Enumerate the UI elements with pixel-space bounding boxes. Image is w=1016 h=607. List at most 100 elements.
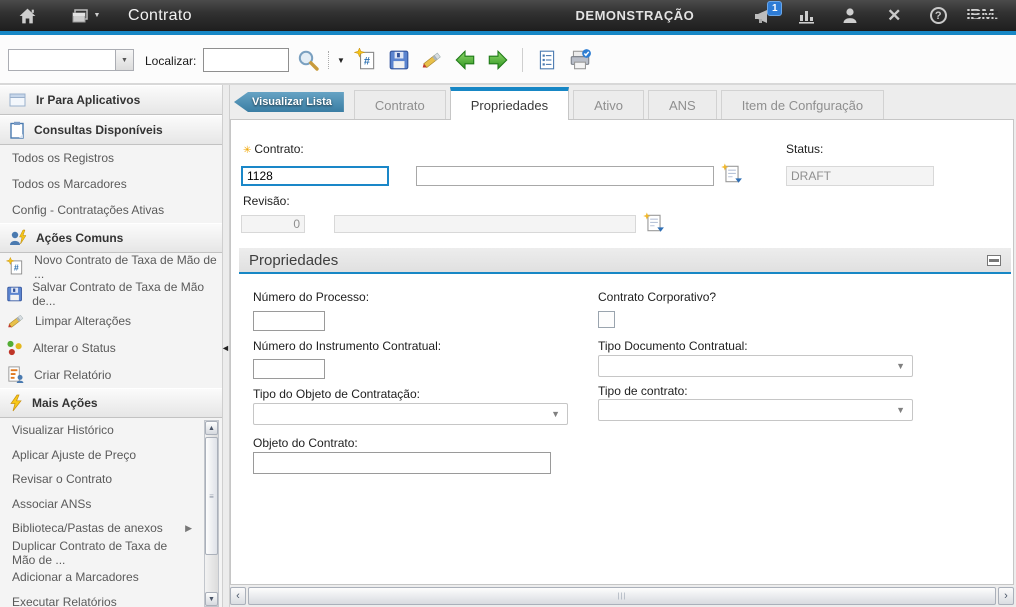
tab-ans[interactable]: ANS — [648, 90, 717, 120]
select-action-button[interactable] — [533, 46, 561, 74]
object-type-select[interactable]: ▼ — [253, 403, 568, 425]
instrument-number-input[interactable] — [253, 359, 325, 379]
scroll-right-button[interactable]: › — [998, 587, 1014, 605]
help-button[interactable]: ? — [916, 0, 960, 31]
new-record-button[interactable]: # — [352, 46, 380, 74]
find-input[interactable] — [203, 48, 289, 72]
more-action-associate-slas[interactable]: Associar ANSs — [0, 492, 222, 517]
revision-field — [241, 215, 305, 233]
chevron-down-icon: ▼ — [94, 12, 101, 19]
window-icon — [8, 92, 28, 109]
contract-object-input[interactable] — [253, 452, 551, 474]
collapse-sidebar-handle[interactable]: ◄ — [221, 343, 230, 353]
contract-number-input[interactable] — [241, 166, 389, 186]
action-label: Biblioteca/Pastas de anexos — [12, 521, 163, 535]
contract-description-input[interactable] — [416, 166, 714, 186]
action-label: Visualizar Histórico — [12, 423, 114, 437]
action-label: Executar Relatórios — [12, 595, 117, 607]
save-button[interactable] — [385, 46, 413, 74]
sidebar-header-more-actions[interactable]: Mais Ações — [0, 388, 222, 418]
tab-label: Contrato — [375, 98, 425, 113]
search-options-caret[interactable]: ▼ — [335, 56, 347, 65]
more-action-price-adjustment[interactable]: Aplicar Ajuste de Preço — [0, 443, 222, 468]
view-list-button[interactable]: Visualizar Lista — [234, 92, 344, 112]
long-description-icon — [643, 212, 665, 234]
doc-type-select[interactable]: ▼ — [598, 355, 913, 377]
more-action-view-history[interactable]: Visualizar Histórico — [0, 418, 222, 443]
sign-out-button[interactable]: ✕ — [872, 0, 916, 31]
combobox-value — [9, 50, 115, 70]
minimize-section-button[interactable] — [987, 255, 1001, 266]
query-item-label: Config - Contratações Ativas — [12, 203, 164, 217]
query-item-all-records[interactable]: Todos os Registros — [0, 145, 222, 171]
action-change-status[interactable]: Alterar o Status — [0, 334, 222, 361]
scrollbar-thumb[interactable]: ≡ — [205, 437, 218, 555]
tab-ativo[interactable]: Ativo — [573, 90, 644, 120]
profile-button[interactable] — [828, 0, 872, 31]
action-clear-changes[interactable]: Limpar Alterações — [0, 307, 222, 334]
previous-record-button[interactable] — [451, 46, 479, 74]
save-icon — [388, 49, 410, 71]
more-action-revise-contract[interactable]: Revisar o Contrato — [0, 467, 222, 492]
reports-chart-button[interactable] — [784, 0, 828, 31]
print-button[interactable] — [566, 46, 594, 74]
more-action-attachment-library[interactable]: Biblioteca/Pastas de anexos ▶ — [0, 516, 222, 541]
corporate-contract-checkbox[interactable] — [598, 311, 615, 328]
record-navigation-combobox[interactable]: ▼ — [8, 49, 134, 71]
tab-propriedades[interactable]: Propriedades — [450, 87, 569, 120]
action-new-contract[interactable]: # Novo Contrato de Taxa de Mão de ... — [0, 253, 222, 280]
action-create-report[interactable]: Criar Relatório — [0, 361, 222, 388]
save-icon — [6, 285, 23, 303]
svg-text:#: # — [364, 55, 370, 67]
clear-changes-button[interactable] — [418, 46, 446, 74]
next-record-button[interactable] — [484, 46, 512, 74]
more-action-add-to-bookmarks[interactable]: Adicionar a Marcadores — [0, 565, 222, 590]
action-label: Alterar o Status — [33, 341, 116, 355]
tab-bar: Visualizar Lista Contrato Propriedades A… — [234, 88, 888, 120]
action-label: Limpar Alterações — [35, 314, 131, 328]
action-save-contract[interactable]: Salvar Contrato de Taxa de Mão de... — [0, 280, 222, 307]
process-number-input[interactable] — [253, 311, 325, 331]
query-item-active-contracts[interactable]: Config - Contratações Ativas — [0, 197, 222, 223]
sidebar: Ir Para Aplicativos Consultas Disponívei… — [0, 85, 222, 607]
go-to-menu-button[interactable]: ▼ — [64, 0, 106, 31]
scroll-up-button[interactable]: ▲ — [205, 421, 218, 435]
revision-description-field — [334, 215, 636, 233]
scroll-down-button[interactable]: ▼ — [205, 592, 218, 606]
contract-long-description-button[interactable] — [721, 163, 743, 185]
chevron-down-icon: ▼ — [551, 410, 560, 419]
required-marker-icon: ✳ — [243, 145, 251, 156]
more-action-duplicate-contract[interactable]: Duplicar Contrato de Taxa de Mão de ... — [0, 541, 222, 566]
sidebar-header-common-actions[interactable]: Ações Comuns — [0, 223, 222, 253]
combobox-dropdown-button[interactable]: ▼ — [115, 50, 133, 70]
sidebar-header-go-to-apps[interactable]: Ir Para Aplicativos — [0, 85, 222, 115]
corporate-contract-label: Contrato Corporativo? — [598, 290, 716, 304]
sidebar-header-available-queries[interactable]: Consultas Disponíveis — [0, 115, 222, 145]
home-button[interactable] — [12, 0, 42, 31]
scrollbar-thumb[interactable]: ||| — [248, 587, 996, 605]
tab-label: ANS — [669, 98, 696, 113]
tab-label: Item de Confguração — [742, 98, 863, 113]
action-label: Salvar Contrato de Taxa de Mão de... — [32, 280, 222, 308]
contract-type-select[interactable]: ▼ — [598, 399, 913, 421]
query-item-all-bookmarks[interactable]: Todos os Marcadores — [0, 171, 222, 197]
tab-contrato[interactable]: Contrato — [354, 90, 446, 120]
announcements-button[interactable]: 1 — [740, 0, 784, 31]
revision-long-description-button[interactable] — [643, 212, 665, 234]
more-action-run-reports[interactable]: Executar Relatórios — [0, 590, 222, 607]
user-icon — [840, 6, 860, 25]
record-panel: ✳Contrato: Status: Revisão: — [230, 119, 1014, 585]
scroll-left-button[interactable]: ‹ — [230, 587, 246, 605]
select-value — [599, 356, 912, 359]
action-label: Associar ANSs — [12, 497, 91, 511]
toolbar: ▼ Localizar: ▼ # — [0, 35, 1016, 85]
tab-item-configuracao[interactable]: Item de Confguração — [721, 90, 884, 120]
search-button[interactable] — [294, 46, 322, 74]
object-type-label: Tipo do Objeto de Contratação: — [253, 387, 420, 401]
sidebar-splitter[interactable]: ◄ — [222, 85, 230, 607]
sidebar-scrollbar[interactable]: ▲ ≡ ▼ — [204, 420, 219, 607]
action-label: Aplicar Ajuste de Preço — [12, 448, 136, 462]
action-label: Criar Relatório — [34, 368, 111, 382]
horizontal-scrollbar[interactable]: ‹ ||| › — [230, 587, 1014, 605]
instrument-number-label: Número do Instrumento Contratual: — [253, 339, 441, 353]
